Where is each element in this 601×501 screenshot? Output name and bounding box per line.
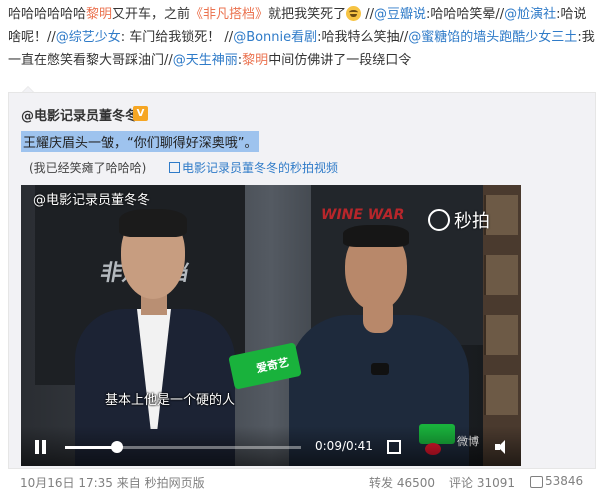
repost-note: (我已经笑瘫了哈哈哈) bbox=[29, 161, 147, 175]
mention-link[interactable]: @综艺少女 bbox=[56, 30, 121, 45]
pause-button[interactable] bbox=[33, 440, 47, 454]
laughing-face-icon bbox=[346, 6, 362, 21]
mention-link[interactable]: @Bonnie看剧 bbox=[233, 30, 317, 45]
mention-link[interactable]: @尬演社 bbox=[504, 7, 556, 22]
hand bbox=[363, 295, 393, 333]
repost-author-link[interactable]: @电影记录员董冬冬 bbox=[21, 105, 138, 124]
video-controls: 0:09/0:41 bbox=[21, 426, 521, 466]
like-count[interactable]: 53846 bbox=[545, 474, 583, 488]
video-source-link[interactable]: 电影记录员董冬冬的秒拍视频 bbox=[169, 159, 338, 176]
mention-link[interactable]: @豆瓣说 bbox=[374, 7, 426, 22]
progress-fill bbox=[65, 446, 117, 449]
post-text-seg: 中间仿佛讲了一段绕口令 bbox=[268, 53, 412, 68]
topic-link[interactable]: 《非凡搭档》 bbox=[190, 7, 268, 22]
post-text: 哈哈哈哈哈哈黎明又开车，之前《非凡搭档》就把我笑死了 //@豆瓣说:哈哈哈笑晕/… bbox=[8, 3, 596, 72]
hair bbox=[119, 209, 187, 237]
post-text-seg: :哈我特么笑抽// bbox=[317, 30, 409, 45]
mention-link[interactable]: @蜜糖馅的墙头跑酷少女三土 bbox=[408, 30, 577, 45]
video-watermark: @电影记录员董冬冬 bbox=[33, 193, 151, 208]
progress-handle[interactable] bbox=[110, 441, 123, 453]
book bbox=[484, 375, 518, 415]
video-source-label: 电影记录员董冬冬的秒拍视频 bbox=[182, 161, 339, 175]
video-time: 0:09/0:41 bbox=[315, 439, 373, 453]
miaopai-icon bbox=[428, 209, 450, 231]
video-subtitle: 基本上他是一个硬的人 bbox=[105, 393, 236, 408]
post-text-seg: 哈哈哈哈哈哈 bbox=[8, 7, 87, 22]
fullscreen-button[interactable] bbox=[387, 440, 401, 454]
verified-badge-icon: V bbox=[133, 106, 148, 121]
post-text-seg: : 车门给我锁死！ // bbox=[120, 30, 234, 45]
repost-quote: 王耀庆眉头一皱，“你们聊得好深奥哦”。 bbox=[21, 131, 260, 152]
post-text-seg: // bbox=[361, 7, 374, 22]
video-icon bbox=[169, 162, 180, 173]
miaopai-label: 秒拍 bbox=[454, 211, 490, 232]
repost-box: @电影记录员董冬冬 V 王耀庆眉头一皱，“你们聊得好深奥哦”。 (我已经笑瘫了哈… bbox=[8, 92, 596, 469]
book bbox=[484, 255, 518, 295]
name-link[interactable]: 黎明 bbox=[86, 7, 112, 22]
mention-link[interactable]: @天生神丽 bbox=[173, 53, 238, 68]
hair bbox=[343, 225, 409, 247]
post-text-seg: 又开车，之前 bbox=[112, 7, 191, 22]
post-meta: 10月16日 17:35 来自 秒拍网页版 bbox=[20, 474, 205, 491]
name-link[interactable]: 黎明 bbox=[242, 53, 268, 68]
watch bbox=[371, 363, 389, 375]
repost-count[interactable]: 转发 46500 bbox=[369, 474, 435, 491]
volume-button[interactable] bbox=[495, 440, 509, 454]
like-icon[interactable] bbox=[530, 476, 543, 488]
comment-count[interactable]: 评论 31091 bbox=[449, 474, 515, 491]
book bbox=[484, 315, 518, 355]
progress-bar[interactable] bbox=[65, 441, 301, 453]
post-text-seg: :哈哈哈笑晕// bbox=[426, 7, 505, 22]
post-date[interactable]: 10月16日 17:35 bbox=[20, 476, 113, 490]
miaopai-logo: 秒拍 bbox=[428, 207, 490, 233]
post-source[interactable]: 来自 秒拍网页版 bbox=[117, 476, 205, 490]
video-player[interactable]: 非凡搭档 WINE WAR 爱奇艺 @电影记录员董冬冬 秒拍 基本上他是一个硬的 bbox=[21, 185, 521, 466]
post-text-seg: 就把我笑死了 bbox=[268, 7, 347, 22]
